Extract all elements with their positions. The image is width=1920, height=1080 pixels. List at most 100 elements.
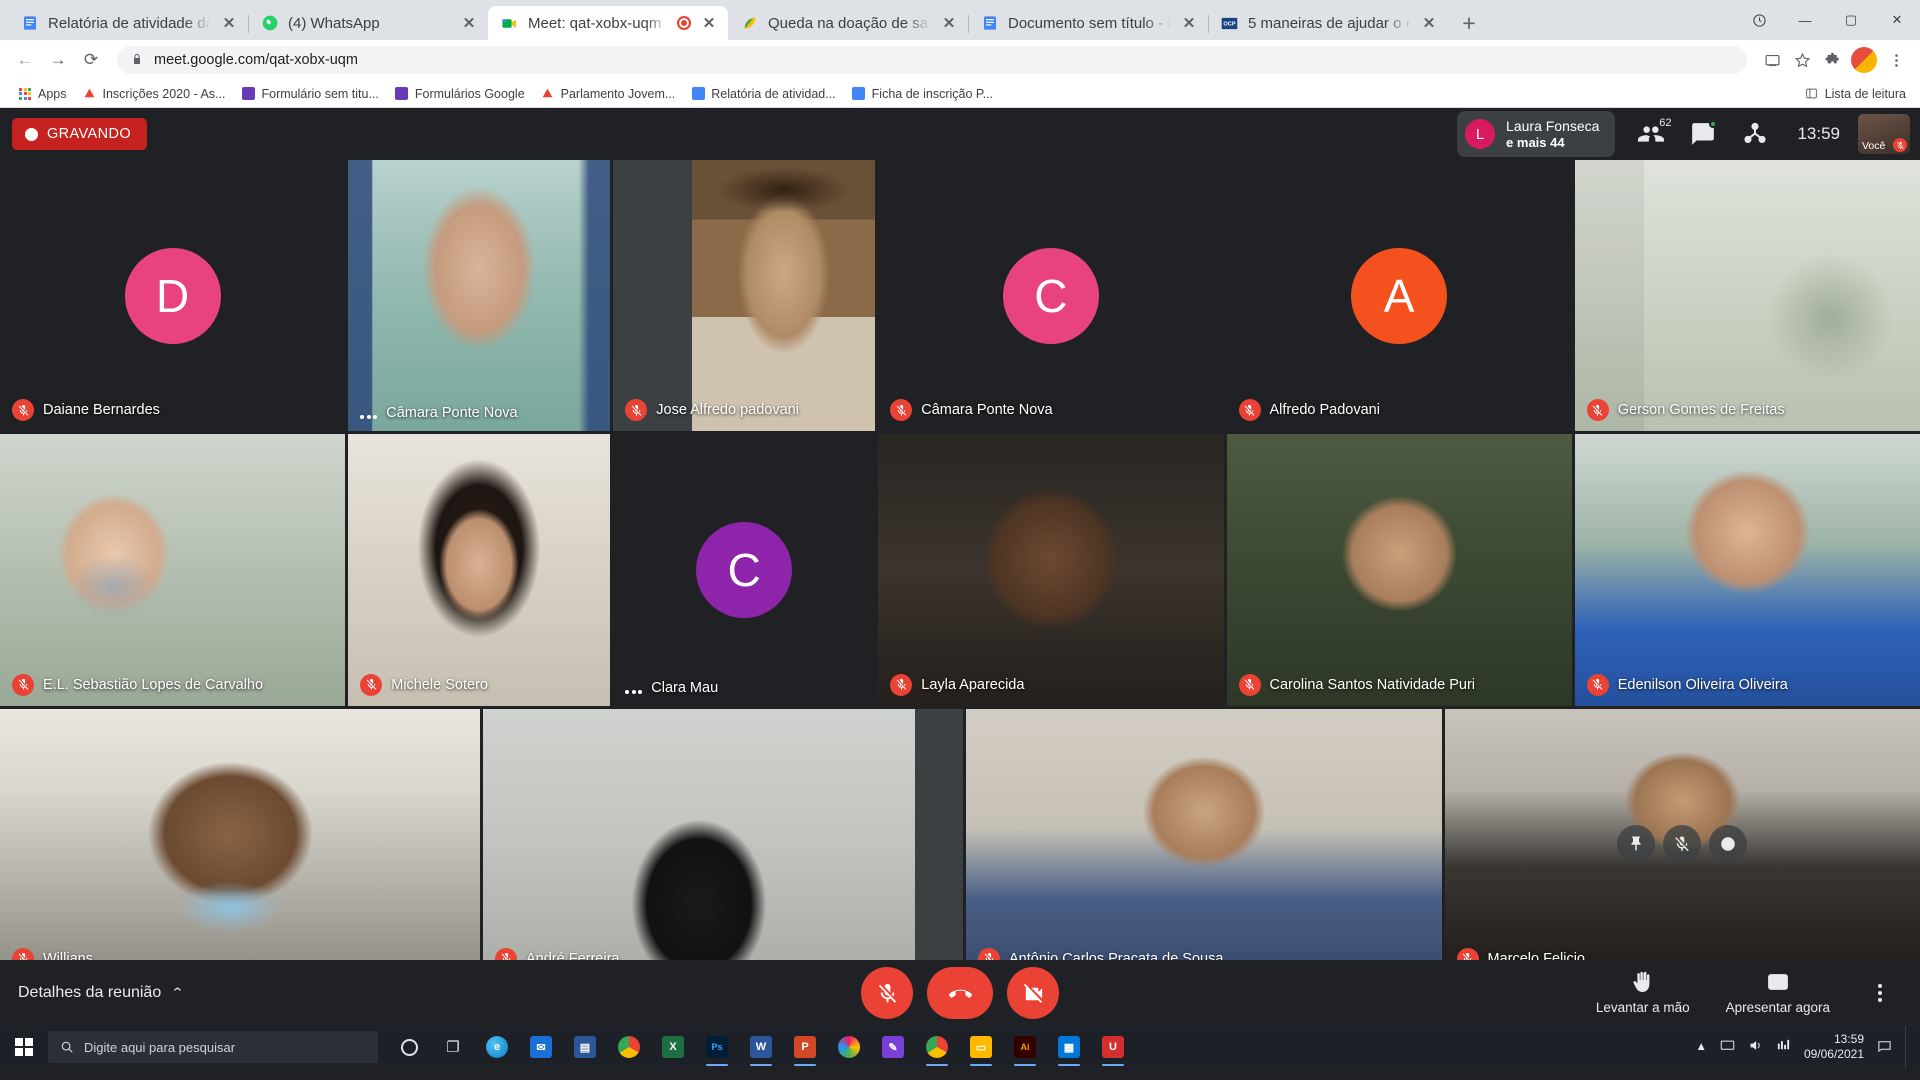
participant-tile[interactable]: C Clara Mau [613,434,876,706]
photoshop-icon[interactable]: Ps [696,1026,738,1068]
tray-clock[interactable]: 13:59 09/06/2021 [1804,1032,1864,1062]
network-icon[interactable] [1776,1038,1791,1056]
paint3d-icon[interactable]: ✎ [872,1026,914,1068]
task-view-icon[interactable]: ❐ [432,1026,474,1068]
mute-icon[interactable] [1663,825,1702,864]
raise-hand-button[interactable]: Levantar a mão [1582,967,1704,1019]
taskbar-search-input[interactable]: Digite aqui para pesquisar [48,1031,378,1063]
powerpoint-icon[interactable]: P [784,1026,826,1068]
bookmarks-bar: Apps Inscrições 2020 - As... Formulário … [0,80,1920,108]
self-view-tile[interactable]: Você [1858,114,1910,154]
forms-icon [241,87,255,101]
participant-tile[interactable]: Layla Aparecida [878,434,1224,706]
show-desktop-button[interactable] [1905,1026,1912,1068]
start-button[interactable] [0,1026,48,1068]
more-options-button[interactable] [1858,971,1902,1015]
participant-tile[interactable]: E.L. Sebastião Lopes de Carvalho [0,434,346,706]
bookmark-item[interactable]: Ficha de inscrição P... [844,84,1001,104]
monitor-icon[interactable] [1720,1038,1735,1056]
participant-tile[interactable]: C Câmara Ponte Nova [878,160,1224,432]
participant-tile[interactable]: André Ferreira [483,708,963,980]
participant-tile[interactable]: Câmara Ponte Nova [348,160,611,432]
excel-icon[interactable]: X [652,1026,694,1068]
participant-tile[interactable]: D Daiane Bernardes [0,160,346,432]
hangup-button[interactable] [927,967,993,1019]
reading-list-label: Lista de leitura [1824,86,1906,101]
browser-tab-active[interactable]: Meet: qat-xobx-uqm ✕ [488,6,728,40]
reading-list-button[interactable]: Lista de leitura [1805,87,1910,101]
people-icon[interactable]: 62 [1625,108,1677,160]
camera-toggle-button[interactable] [1007,967,1059,1019]
store-icon[interactable]: ▤ [564,1026,606,1068]
star-icon[interactable] [1788,46,1816,74]
tab-title: Meet: qat-xobx-uqm [528,14,662,32]
participant-tile[interactable]: Carolina Santos Natividade Puri [1226,434,1572,706]
bookmark-item[interactable]: Parlamento Jovem... [533,84,684,104]
back-button[interactable]: ← [10,45,40,75]
forward-button[interactable]: → [43,45,73,75]
cast-icon[interactable] [1758,46,1786,74]
avatar: A [1351,247,1448,344]
chrome2-icon[interactable] [916,1026,958,1068]
notification-icon[interactable] [1877,1038,1892,1056]
meet-control-bar: Detalhes da reunião ⌃ Levantar a mão Apr… [0,960,1920,1026]
bookmark-item[interactable]: Formulário sem titu... [233,84,386,104]
address-bar[interactable]: meet.google.com/qat-xobx-uqm [117,46,1747,74]
profile-avatar[interactable] [1851,47,1877,73]
active-speaker-more: e mais 44 [1506,134,1565,150]
participant-tile[interactable]: Marcelo Felicio [1444,708,1920,980]
photos-icon[interactable]: ▦ [1048,1026,1090,1068]
new-tab-button[interactable]: + [1452,6,1486,40]
window-restore-icon[interactable] [1736,0,1782,40]
window-maximize-button[interactable]: ▢ [1828,0,1874,40]
word-icon[interactable]: W [740,1026,782,1068]
participant-tile[interactable]: Michele Sotero [348,434,611,706]
window-close-button[interactable]: ✕ [1874,0,1920,40]
bookmark-apps[interactable]: Apps [10,84,75,104]
colors-icon[interactable] [828,1026,870,1068]
tab-close-button[interactable]: ✕ [700,14,718,32]
chat-icon[interactable] [1677,108,1729,160]
recording-label: GRAVANDO [47,126,132,142]
chrome-icon[interactable] [608,1026,650,1068]
present-now-button[interactable]: Apresentar agora [1712,967,1844,1019]
browser-tab[interactable]: OCP 5 maneiras de ajudar o ecossiste ✕ [1208,6,1448,40]
tray-expand-icon[interactable]: ▲ [1696,1041,1707,1053]
tab-close-button[interactable]: ✕ [940,14,958,32]
participant-tile[interactable]: Edenilson Oliveira Oliveira [1574,434,1920,706]
cortana-icon[interactable] [388,1026,430,1068]
participant-tile[interactable]: Jose Alfredo padovani [613,160,876,432]
pin-icon[interactable] [1617,825,1656,864]
reload-button[interactable]: ⟳ [76,45,106,75]
participant-tile[interactable]: Willians [0,708,480,980]
meeting-details-button[interactable]: Detalhes da reunião ⌃ [18,984,185,1002]
window-minimize-button[interactable]: — [1782,0,1828,40]
illustrator-icon[interactable]: Ai [1004,1026,1046,1068]
hotspot-icon[interactable]: U [1092,1026,1134,1068]
recording-badge[interactable]: GRAVANDO [12,118,148,150]
tab-close-button[interactable]: ✕ [220,14,238,32]
explorer-icon[interactable]: ▭ [960,1026,1002,1068]
browser-tab[interactable]: Documento sem título - Docume ✕ [968,6,1208,40]
chrome-menu-icon[interactable] [1882,46,1910,74]
browser-tab[interactable]: (4) WhatsApp ✕ [248,6,488,40]
bookmark-item[interactable]: Formulários Google [387,84,533,104]
extensions-icon[interactable] [1818,46,1846,74]
tab-close-button[interactable]: ✕ [1180,14,1198,32]
mic-toggle-button[interactable] [861,967,913,1019]
tab-close-button[interactable]: ✕ [1420,14,1438,32]
volume-icon[interactable] [1748,1038,1763,1056]
participant-tile[interactable]: Antônio Carlos Pracata de Sousa [966,708,1442,980]
activities-icon[interactable] [1729,108,1781,160]
browser-tab[interactable]: Relatória de atividade da equipe ✕ [8,6,248,40]
tab-close-button[interactable]: ✕ [460,14,478,32]
remove-icon[interactable] [1709,825,1748,864]
browser-tab[interactable]: Queda na doação de sangue dev ✕ [728,6,968,40]
participant-tile[interactable]: A Alfredo Padovani [1226,160,1572,432]
edge-icon[interactable]: e [476,1026,518,1068]
bookmark-item[interactable]: Inscrições 2020 - As... [75,84,234,104]
mic-off-icon [1586,399,1609,422]
bookmark-item[interactable]: Relatória de atividad... [683,84,843,104]
mail-icon[interactable]: ✉ [520,1026,562,1068]
participant-tile[interactable]: Gerson Gomes de Freitas [1574,160,1920,432]
